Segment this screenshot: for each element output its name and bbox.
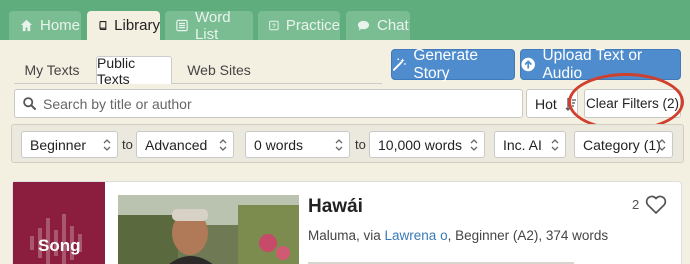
range-to-label: to — [355, 137, 366, 152]
ai-filter-value: Inc. AI — [503, 136, 542, 153]
magic-wand-icon — [392, 58, 406, 71]
words-to-value: 10,000 words — [378, 136, 463, 153]
words-from-value: 0 words — [254, 136, 304, 153]
text-meta: Maluma, via Lawrena o, Beginner (A2), 37… — [308, 228, 608, 243]
category-select[interactable]: Category (1) — [574, 131, 673, 158]
level-to-select[interactable]: Advanced — [136, 131, 234, 158]
tab-library[interactable]: Library — [87, 11, 160, 40]
text-meta-prefix: Maluma, via — [308, 228, 385, 243]
ai-filter-select[interactable]: Inc. AI — [494, 131, 566, 158]
subtab-web-sites[interactable]: Web Sites — [184, 56, 254, 84]
annotation-circle — [568, 73, 684, 131]
heart-icon[interactable] — [645, 195, 667, 215]
chevron-updown-icon — [103, 139, 111, 151]
chevron-updown-icon — [470, 139, 478, 151]
search-icon — [23, 97, 36, 110]
home-icon — [20, 19, 33, 32]
text-title[interactable]: Hawái — [308, 196, 363, 218]
like-count: 2 — [632, 197, 640, 212]
category-value: Category (1) — [583, 136, 661, 153]
generate-story-label: Generate Story — [413, 46, 478, 82]
subtab-my-texts[interactable]: My Texts — [20, 56, 84, 84]
tab-word-list[interactable]: Word List — [165, 8, 253, 43]
level-from-select[interactable]: Beginner — [21, 131, 118, 158]
chevron-updown-icon — [551, 139, 559, 151]
tab-word-list-label: Word List — [194, 8, 231, 43]
upload-icon — [521, 57, 535, 72]
svg-text:?: ? — [272, 23, 276, 30]
list-icon — [176, 19, 188, 32]
author-link[interactable]: Lawrena o — [385, 228, 448, 243]
text-card[interactable] — [12, 181, 682, 264]
search-box — [14, 89, 523, 118]
text-meta-suffix: , Beginner (A2), 374 words — [447, 228, 609, 243]
level-to-value: Advanced — [145, 136, 208, 153]
search-input[interactable] — [43, 95, 503, 112]
tab-practice[interactable]: ? Practice — [258, 11, 340, 40]
tab-chat[interactable]: Chat — [346, 11, 410, 40]
subtab-divider — [172, 83, 382, 84]
words-to-select[interactable]: 10,000 words — [369, 131, 485, 158]
level-from-value: Beginner — [30, 136, 87, 153]
song-badge-label: Song — [38, 236, 81, 255]
tab-practice-label: Practice — [285, 17, 340, 34]
range-to-label: to — [122, 137, 133, 152]
tab-chat-label: Chat — [377, 17, 409, 34]
sort-label: Hot — [535, 95, 557, 112]
subtab-public-texts[interactable]: Public Texts — [96, 55, 172, 87]
chat-icon — [357, 20, 370, 31]
chevron-updown-icon — [658, 139, 666, 151]
words-from-select[interactable]: 0 words — [245, 131, 350, 158]
question-icon: ? — [269, 20, 279, 31]
text-thumbnail[interactable] — [118, 195, 299, 264]
tab-library-label: Library — [114, 17, 160, 34]
subtab-divider — [14, 83, 98, 84]
chevron-updown-icon — [335, 139, 343, 151]
generate-story-button[interactable]: Generate Story — [391, 46, 515, 82]
tab-home-label: Home — [40, 17, 81, 34]
tab-home[interactable]: Home — [9, 11, 81, 40]
chevron-updown-icon — [219, 139, 227, 151]
book-icon — [99, 21, 107, 30]
